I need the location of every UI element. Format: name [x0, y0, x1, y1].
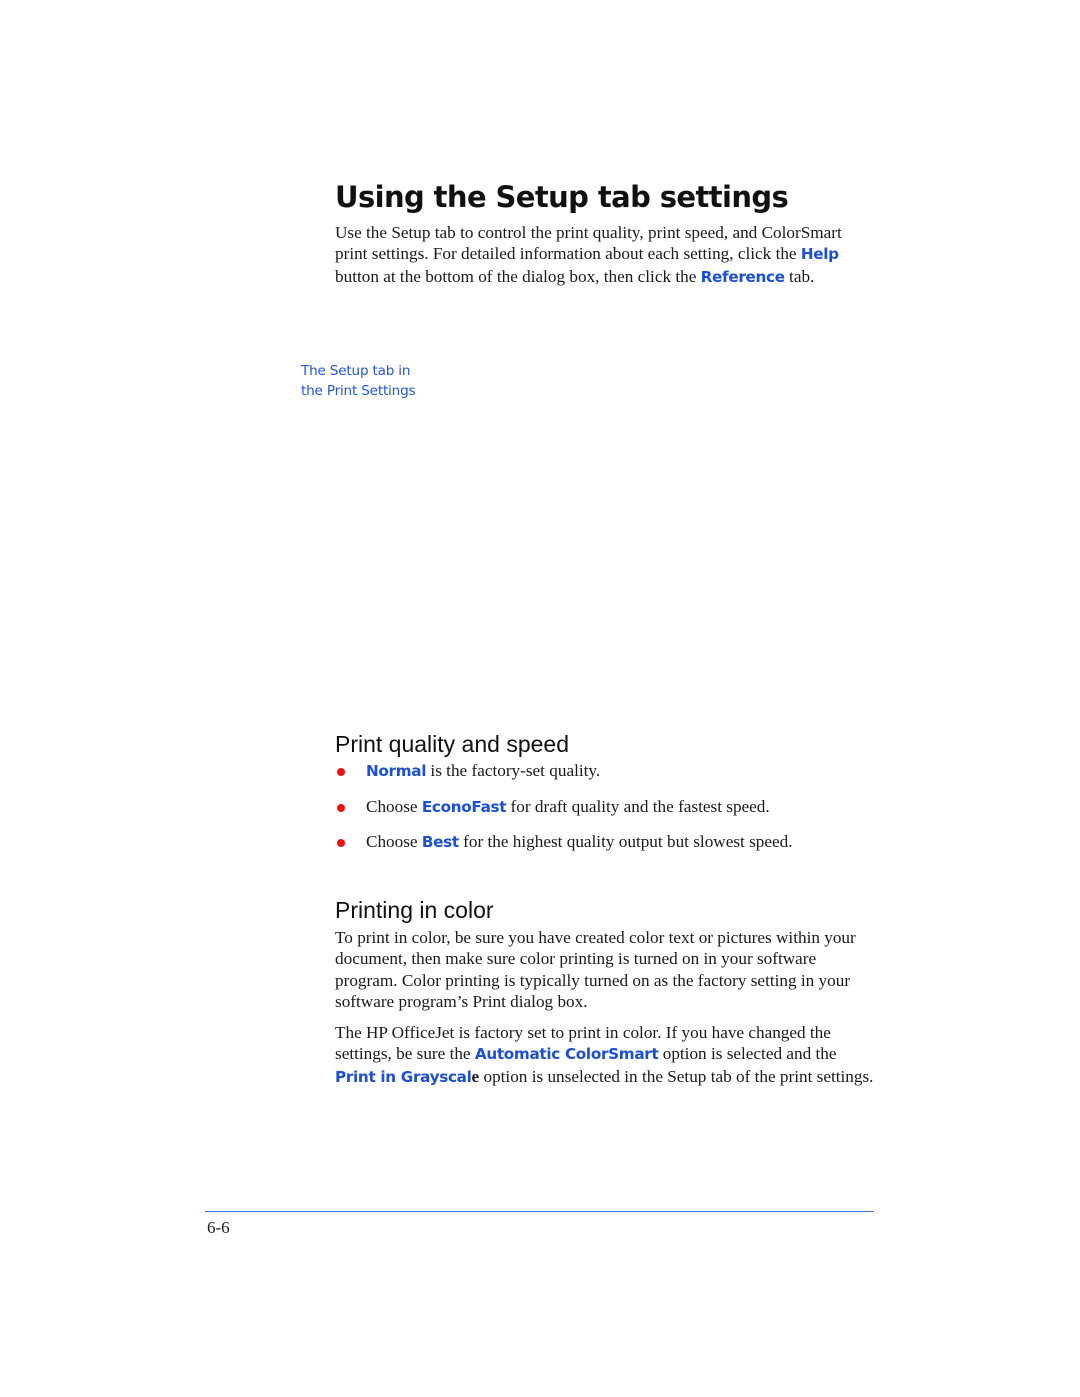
list-item: Choose Best for the highest quality outp… [335, 831, 875, 867]
print-quality-list: Normal is the factory-set quality. Choos… [335, 760, 875, 867]
color-p2-text-3: option is unselected in the Setup tab of… [479, 1066, 874, 1086]
item-prefix: Choose [366, 796, 422, 816]
intro-text-2: button at the bottom of the dialog box, … [335, 266, 701, 286]
list-item: Choose EconoFast for draft quality and t… [335, 796, 875, 832]
color-paragraph-1: To print in color, be sure you have crea… [335, 928, 856, 1011]
econofast-keyword: EconoFast [421, 797, 507, 816]
help-keyword: Help [800, 245, 839, 264]
item-suffix: for draft quality and the fastest speed. [506, 796, 770, 816]
color-p2-text-2: option is selected and the [658, 1044, 837, 1064]
item-suffix: for the highest quality output but slowe… [458, 832, 793, 851]
color-paragraph-2: The HP OfficeJet is factory set to print… [335, 1022, 880, 1088]
page-title: Using the Setup tab settings [335, 180, 789, 214]
bullet-icon [337, 839, 345, 847]
footer-divider [205, 1211, 874, 1212]
list-item: Normal is the factory-set quality. [335, 760, 875, 796]
intro-text-3: tab. [784, 266, 815, 286]
best-keyword: Best [421, 833, 459, 851]
section-heading-print-quality: Print quality and speed [335, 731, 569, 757]
print-in-grayscale-keyword: Print in Grayscal [335, 1067, 472, 1086]
figure-caption: The Setup tab in the Print Settings [301, 361, 416, 401]
figure-caption-line-2: the Print Settings [301, 383, 416, 399]
intro-text-1: Use the Setup tab to control the print q… [335, 223, 842, 264]
item-prefix: Choose [366, 832, 422, 851]
reference-keyword: Reference [700, 267, 785, 286]
section-heading-printing-in-color: Printing in color [335, 897, 494, 923]
figure-caption-line-1: The Setup tab in [301, 363, 411, 379]
normal-keyword: Normal [366, 762, 427, 780]
bullet-icon [337, 803, 345, 812]
page-number: 6-6 [207, 1218, 230, 1237]
bullet-icon [337, 768, 345, 776]
intro-paragraph: Use the Setup tab to control the print q… [335, 222, 875, 288]
item-suffix: is the factory-set quality. [426, 761, 601, 780]
automatic-colorsmart-keyword: Automatic ColorSmart [474, 1045, 659, 1064]
